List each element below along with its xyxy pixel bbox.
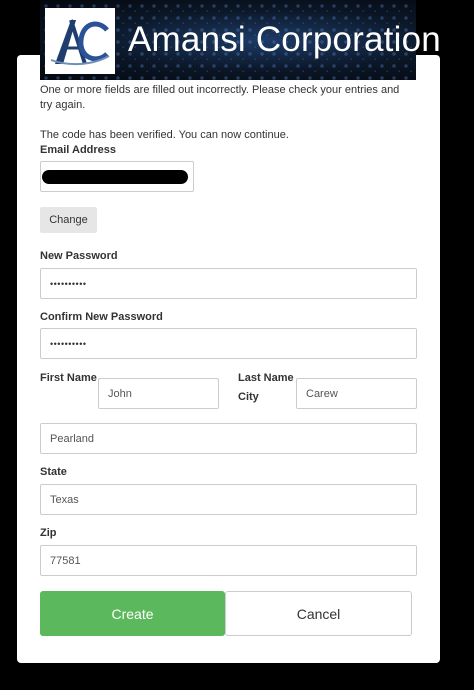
cancel-button[interactable]: Cancel xyxy=(225,591,412,636)
email-label: Email Address xyxy=(40,144,117,156)
zip-label: Zip xyxy=(40,527,57,539)
company-logo xyxy=(45,8,115,74)
last-name-label: Last Name xyxy=(238,372,294,384)
zip-field[interactable]: 77581 xyxy=(40,545,417,576)
last-name-field[interactable]: Carew xyxy=(296,378,417,409)
city-label: City xyxy=(238,391,259,403)
email-redaction xyxy=(42,170,188,184)
confirm-password-field[interactable]: •••••••••• xyxy=(40,328,417,359)
verified-message: The code has been verified. You can now … xyxy=(40,129,289,141)
city-field[interactable]: Pearland xyxy=(40,423,417,454)
new-password-field[interactable]: •••••••••• xyxy=(40,268,417,299)
ac-logo-icon xyxy=(50,19,110,66)
brand-name: Amansi Corporation xyxy=(128,20,441,59)
state-field[interactable]: Texas xyxy=(40,484,417,515)
confirm-password-label: Confirm New Password xyxy=(40,311,163,323)
new-password-label: New Password xyxy=(40,250,118,262)
state-label: State xyxy=(40,466,67,478)
first-name-label: First Name xyxy=(40,372,97,384)
create-button[interactable]: Create xyxy=(40,591,225,636)
error-message: One or more fields are filled out incorr… xyxy=(40,84,400,111)
change-email-button[interactable]: Change xyxy=(40,207,97,233)
first-name-field[interactable]: John xyxy=(98,378,219,409)
